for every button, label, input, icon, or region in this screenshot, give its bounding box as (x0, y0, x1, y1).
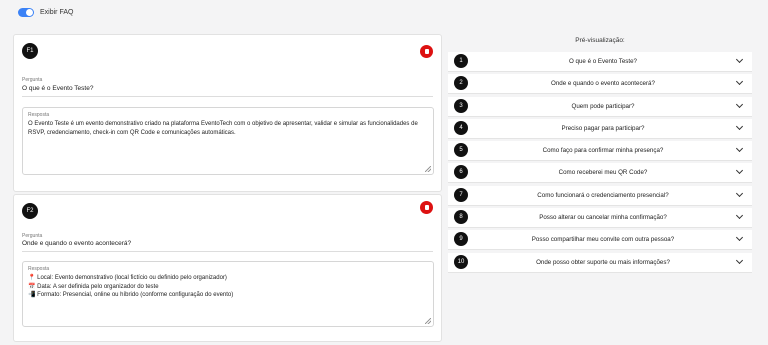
preview-number-badge: 4 (454, 120, 468, 135)
question-label: Pergunta (22, 77, 43, 83)
chevron-down-icon[interactable] (735, 122, 744, 130)
faq-preview-item[interactable]: 3 Quem pode participar? (448, 96, 752, 117)
preview-number-badge: 8 (454, 210, 468, 225)
preview-question: Como faço para confirmar minha presença? (542, 147, 664, 155)
preview-number-badge: 1 (454, 54, 468, 68)
answer-label: Resposta (28, 112, 50, 118)
preview-number-badge: 5 (454, 143, 468, 158)
faq-preview-item[interactable]: 8 Posso alterar ou cancelar minha confirm… (448, 208, 752, 229)
faq-card: F2 Pergunta Onde e quando o evento acont… (13, 194, 442, 342)
faq-preview-item[interactable]: 6 Como receberei meu QR Code? (448, 163, 752, 184)
chevron-down-icon[interactable] (735, 234, 744, 242)
question-underline (22, 251, 433, 252)
faq-preview-item[interactable]: 7 Como funcionará o credenciamento presen… (448, 185, 752, 206)
preview-question: Como receberei meu QR Code? (558, 169, 648, 177)
delete-faq-button[interactable] (420, 45, 433, 58)
chevron-down-icon[interactable] (735, 145, 744, 153)
preview-title: Pré-visualização: (575, 37, 625, 44)
preview-number-badge: 2 (454, 76, 468, 91)
question-label: Pergunta (22, 233, 43, 239)
faq-preview-item[interactable]: 1 O que é o Evento Teste? (448, 52, 752, 72)
chevron-down-icon[interactable] (735, 212, 744, 220)
preview-question: Quem pode participar? (571, 102, 635, 110)
answer-textarea[interactable]: Resposta O Evento Teste é um evento demo… (22, 107, 434, 175)
preview-question: O que é o Evento Teste? (569, 58, 637, 65)
answer-text: O Evento Teste é um evento demonstrativo… (28, 121, 418, 136)
question-input[interactable]: O que é o Evento Teste? (22, 85, 93, 92)
preview-number-badge: 10 (454, 254, 468, 269)
question-input[interactable]: Onde e quando o evento acontecerá? (22, 240, 131, 247)
resize-handle-icon[interactable] (425, 166, 431, 172)
faq-preview-item[interactable]: 10 Onde posso obter suporte ou mais infor… (448, 252, 752, 273)
preview-number-badge: 6 (454, 165, 468, 180)
trash-icon (424, 49, 429, 54)
faq-preview-item[interactable]: 9 Posso compartilhar meu convite com outr… (448, 230, 752, 251)
trash-icon (424, 205, 429, 210)
faq-preview-item[interactable]: 4 Preciso pagar para participar? (448, 118, 752, 139)
answer-label: Resposta (28, 266, 50, 272)
preview-question: Onde posso obter suporte ou mais informa… (536, 258, 670, 266)
preview-question: Como funcionará o credenciamento presenc… (537, 191, 669, 199)
preview-question: Preciso pagar para participar? (561, 124, 645, 132)
faq-card: F1 Pergunta O que é o Evento Teste? Resp… (13, 34, 442, 192)
preview-question: Posso compartilhar meu convite com outra… (531, 236, 675, 244)
faq-preview-item[interactable]: 5 Como faço para confirmar minha presença… (448, 141, 752, 162)
chevron-down-icon[interactable] (735, 78, 744, 86)
chevron-down-icon[interactable] (735, 100, 744, 108)
chevron-down-icon[interactable] (735, 256, 744, 264)
faq-badge: F2 (22, 203, 38, 219)
faq-editor: F1 Pergunta O que é o Evento Teste? Resp… (13, 34, 442, 342)
chevron-down-icon[interactable] (735, 189, 744, 197)
faq-badge: F1 (22, 43, 38, 59)
chevron-down-icon[interactable] (735, 55, 744, 64)
faq-preview-item[interactable]: 2 Onde e quando o evento acontecerá? (448, 74, 752, 95)
chevron-down-icon[interactable] (735, 167, 744, 175)
show-faq-toggle-row[interactable]: Exibir FAQ (18, 8, 73, 17)
preview-number-badge: 7 (454, 187, 468, 202)
preview-question: Onde e quando o evento acontecerá? (551, 80, 655, 88)
answer-textarea[interactable]: Resposta 📍 Local: Evento demonstrativo (… (22, 261, 434, 327)
resize-handle-icon[interactable] (425, 318, 431, 324)
preview-question: Posso alterar ou cancelar minha confirma… (539, 214, 667, 222)
question-underline (22, 96, 433, 97)
answer-text: 📍 Local: Evento demonstrativo (local fic… (28, 275, 234, 298)
preview-number-badge: 3 (454, 98, 468, 113)
delete-faq-button[interactable] (420, 201, 433, 214)
show-faq-label: Exibir FAQ (40, 9, 74, 16)
faq-preview-list: 1 O que é o Evento Teste? 2 Onde e quando … (448, 52, 752, 275)
preview-number-badge: 9 (454, 232, 468, 247)
show-faq-toggle[interactable] (18, 8, 34, 17)
